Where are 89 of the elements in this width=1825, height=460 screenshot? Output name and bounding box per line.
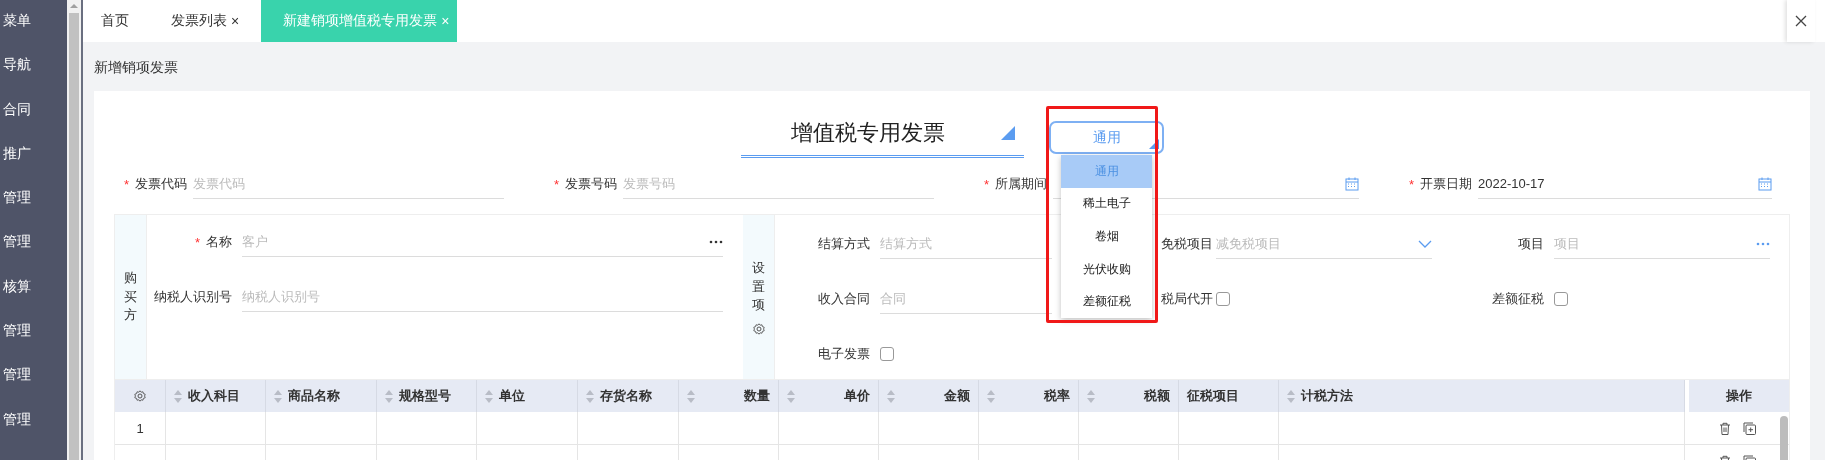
column-header[interactable]: 金额 — [879, 380, 979, 412]
sidebar-item[interactable]: 管理 — [3, 233, 31, 252]
input-field[interactable]: 发票代码 — [193, 176, 504, 191]
tab[interactable]: 发票列表 × — [161, 0, 250, 42]
sort-icon[interactable] — [485, 389, 493, 403]
sort-icon[interactable] — [887, 389, 895, 403]
dropdown-option[interactable]: 差额征税 — [1061, 285, 1152, 318]
close-icon — [1795, 15, 1807, 27]
column-header[interactable]: 单价 — [779, 380, 879, 412]
field-label: 项目 — [1518, 235, 1544, 253]
required-mark: * — [984, 176, 990, 192]
page-title: 新增销项发票 — [94, 59, 178, 77]
chevron-down-icon[interactable] — [1418, 239, 1432, 248]
column-header[interactable]: 商品名称 — [266, 380, 377, 412]
settings-icon[interactable] — [752, 323, 765, 336]
section-title: 设置项 — [752, 258, 765, 315]
sidebar-item[interactable]: 管理 — [3, 366, 31, 385]
calendar-icon[interactable] — [1758, 176, 1772, 191]
column-header[interactable]: 税额 — [1079, 380, 1179, 412]
required-mark: * — [124, 176, 130, 192]
sort-icon[interactable] — [687, 389, 695, 403]
field-label: 开票日期 — [1420, 175, 1473, 193]
field-label: 纳税人识别号 — [154, 288, 232, 306]
sort-icon[interactable] — [987, 389, 995, 403]
dropdown-option[interactable]: 稀土电子 — [1061, 187, 1152, 221]
required-mark: * — [554, 176, 560, 192]
close-button[interactable] — [1787, 0, 1815, 42]
sort-icon[interactable] — [274, 389, 282, 403]
copy-add-icon[interactable] — [1742, 421, 1756, 435]
sort-icon[interactable] — [787, 389, 795, 403]
settings-icon[interactable] — [134, 390, 146, 402]
input-field[interactable]: 客户 — [242, 234, 703, 249]
trash-icon[interactable] — [1718, 421, 1731, 435]
tab[interactable]: 首页 — [91, 0, 161, 42]
sidebar-item[interactable]: 管理 — [3, 322, 31, 341]
dropdown-option[interactable]: 光伏收购 — [1061, 252, 1152, 286]
scroll-up-icon[interactable] — [69, 3, 79, 9]
column-header[interactable]: 单位 — [477, 380, 578, 412]
sort-icon[interactable] — [385, 389, 393, 403]
scrollbar-thumb[interactable] — [69, 13, 79, 460]
checkbox[interactable] — [880, 347, 894, 361]
field-label: 名称 — [206, 233, 232, 251]
input-field[interactable]: 结算方式 — [880, 236, 1052, 251]
invoice-type-select[interactable]: 增值税专用发票 — [741, 111, 1024, 158]
input-field[interactable]: 合同 — [880, 291, 1052, 306]
column-header[interactable]: 税率 — [979, 380, 1079, 412]
required-mark: * — [1409, 176, 1415, 192]
field-label: 结算方式 — [818, 235, 870, 253]
column-header[interactable]: 存货名称 — [578, 380, 679, 412]
section-title: 购买方 — [124, 268, 137, 325]
required-mark: * — [194, 234, 200, 250]
calendar-icon[interactable] — [1345, 176, 1359, 191]
sidebar-item[interactable]: 合同 — [3, 100, 31, 119]
sort-icon[interactable] — [1287, 389, 1295, 403]
triangle-icon — [1149, 139, 1159, 149]
sort-icon[interactable] — [1087, 389, 1095, 403]
sort-icon[interactable] — [586, 389, 594, 403]
field-label: 电子发票 — [818, 345, 870, 363]
field-label: 收入合同 — [818, 290, 870, 308]
sidebar-item[interactable]: 导航 — [3, 56, 31, 75]
input-field[interactable]: 纳税人识别号 — [242, 289, 723, 304]
scrollbar-thumb[interactable] — [1780, 416, 1788, 460]
row-number: 1 — [136, 420, 144, 436]
input-field[interactable]: 2022-10-17 — [1478, 176, 1752, 191]
checkbox[interactable] — [1554, 292, 1568, 306]
input-field[interactable]: 发票号码 — [623, 176, 934, 191]
column-header[interactable]: 收入科目 — [166, 380, 266, 412]
column-header[interactable]: 计税方法 — [1279, 380, 1685, 412]
sidebar-item[interactable]: 推广 — [3, 144, 31, 163]
sort-icon[interactable] — [174, 389, 182, 403]
column-header[interactable]: 规格型号 — [377, 380, 477, 412]
checkbox[interactable] — [1216, 292, 1230, 306]
field-label: 所属期间 — [995, 175, 1048, 193]
triangle-icon — [1001, 126, 1015, 140]
sidebar-item[interactable]: 管理 — [3, 189, 31, 208]
field-label: 免税项目 — [1161, 235, 1213, 253]
more-icon[interactable] — [709, 239, 723, 244]
dropdown-option[interactable]: 卷烟 — [1061, 220, 1152, 253]
field-label: 差额征税 — [1492, 290, 1544, 308]
input-field[interactable]: 项目 — [1554, 236, 1750, 251]
field-label: 发票号码 — [565, 175, 618, 193]
field-label: 税局代开 — [1161, 290, 1213, 308]
field-label: 发票代码 — [135, 175, 188, 193]
sidebar-item[interactable]: 菜单 — [3, 12, 31, 30]
sidebar-item[interactable]: 核算 — [3, 277, 31, 296]
column-header[interactable]: 征税项目 — [1179, 380, 1279, 412]
input-field[interactable]: 减免税项目 — [1216, 236, 1412, 251]
column-header[interactable]: 数量 — [679, 380, 779, 412]
sidebar-item[interactable]: 管理 — [3, 410, 31, 429]
